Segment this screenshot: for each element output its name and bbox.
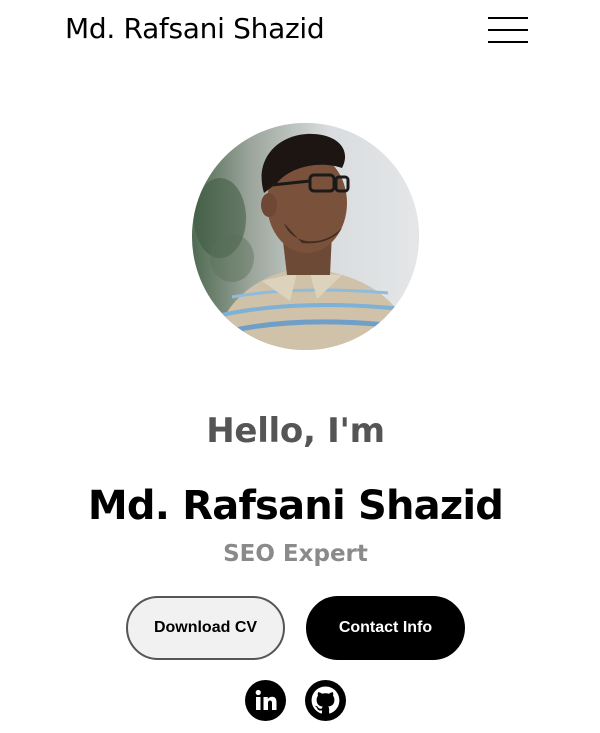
profile-role: SEO Expert [223, 541, 368, 567]
site-logo[interactable]: Md. Rafsani Shazid [65, 12, 325, 45]
greeting-text: Hello, I'm [206, 411, 385, 451]
hamburger-menu-icon[interactable] [488, 17, 528, 43]
top-nav: Md. Rafsani Shazid [0, 0, 600, 62]
linkedin-icon[interactable] [245, 680, 286, 721]
hamburger-bar [488, 41, 528, 43]
hamburger-bar [488, 17, 528, 19]
hamburger-bar [488, 29, 528, 31]
github-icon[interactable] [305, 680, 346, 721]
profile-name: Md. Rafsani Shazid [87, 483, 504, 529]
contact-info-button[interactable]: Contact Info [306, 596, 465, 660]
download-cv-button[interactable]: Download CV [126, 596, 285, 660]
profile-photo-illustration [192, 123, 419, 350]
profile-photo [192, 123, 419, 350]
profile-page: Md. Rafsani Shazid Hello, I'm Md. Rafsan… [0, 0, 600, 733]
